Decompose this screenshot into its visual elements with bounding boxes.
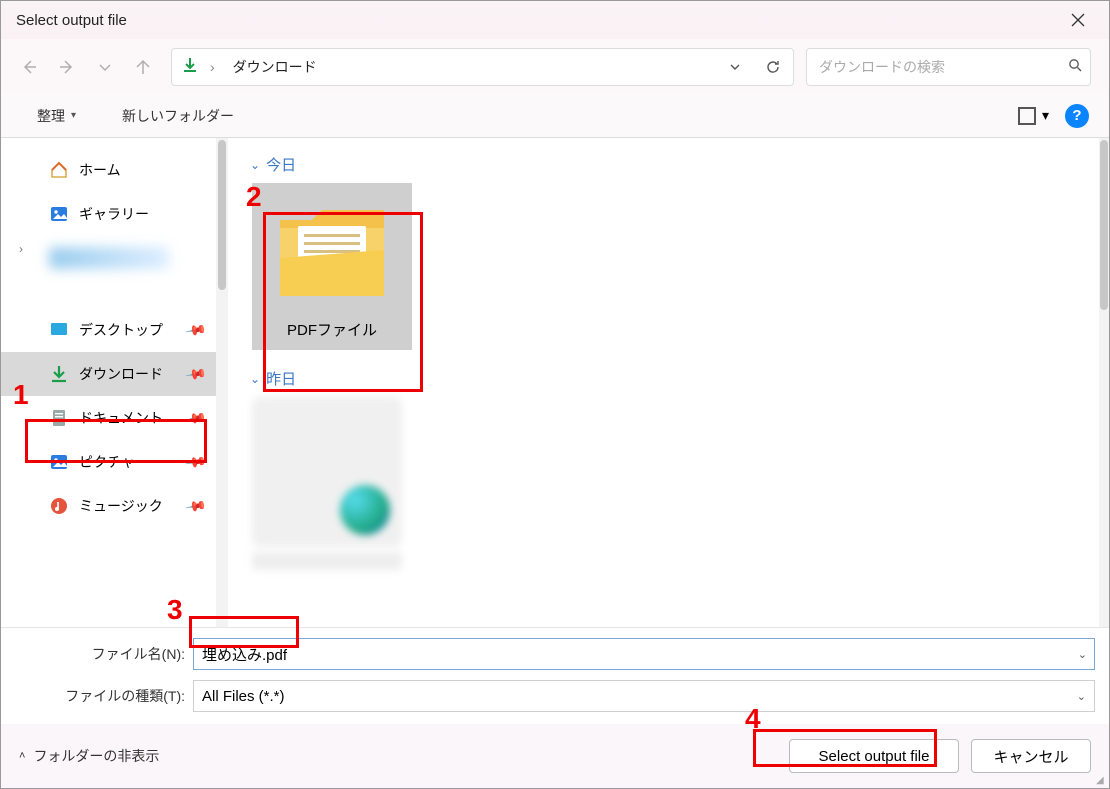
sidebar-item-label: ドキュメント (79, 408, 163, 428)
sidebar-item-label: ホーム (79, 160, 121, 180)
breadcrumb-separator: › (208, 59, 217, 75)
caret-down-icon: ▾ (1042, 107, 1049, 124)
chevron-down-icon (97, 59, 113, 75)
sidebar: ホーム ギャラリー › デスクトップ 📌 ダウンロード 📌 (1, 138, 216, 627)
sidebar-item-user[interactable] (1, 236, 216, 280)
documents-icon (49, 408, 69, 428)
file-item-pdf-folder[interactable]: PDFファイル (252, 183, 412, 350)
music-icon (49, 496, 69, 516)
window-title: Select output file (16, 12, 1057, 29)
pin-icon: 📌 (183, 406, 207, 430)
sidebar-item-label: ミュージック (79, 496, 163, 516)
close-icon (1071, 13, 1085, 27)
view-layout-icon (1018, 107, 1036, 125)
new-folder-label: 新しいフォルダー (122, 106, 234, 126)
sidebar-item-desktop[interactable]: デスクトップ 📌 (1, 308, 216, 352)
sidebar-item-downloads[interactable]: ダウンロード 📌 (1, 352, 216, 396)
sidebar-scrollbar[interactable] (216, 138, 228, 627)
caret-down-icon: ▾ (71, 110, 76, 121)
filename-input[interactable] (193, 638, 1095, 670)
filetype-value: All Files (*.*) (202, 688, 285, 705)
view-layout-menu[interactable]: ▾ (1018, 107, 1049, 125)
chevron-down-icon: ⌄ (250, 158, 260, 172)
arrow-left-icon (21, 59, 37, 75)
folder-icon (272, 193, 392, 313)
content-scrollbar[interactable] (1099, 138, 1109, 627)
up-button[interactable] (133, 57, 153, 77)
organize-label: 整理 (37, 106, 65, 126)
arrow-up-icon (135, 59, 151, 75)
filename-dropdown[interactable]: ⌄ (1078, 638, 1087, 670)
group-yesterday-label: 昨日 (266, 368, 296, 389)
pictures-icon (49, 452, 69, 472)
downloads-icon (182, 57, 198, 76)
resize-grip-icon[interactable]: ◢ (1096, 775, 1106, 785)
scrollbar-thumb[interactable] (218, 140, 226, 290)
sidebar-item-label: ピクチャ (79, 452, 135, 472)
filetype-combo[interactable]: All Files (*.*) ⌄ (193, 680, 1095, 712)
toolbar: 整理 ▾ 新しいフォルダー ▾ ? (1, 94, 1109, 138)
blurred-thumbnail (252, 397, 402, 547)
scrollbar-thumb[interactable] (1100, 140, 1108, 310)
sidebar-item-label: ダウンロード (79, 364, 163, 384)
sidebar-item-pictures[interactable]: ピクチャ 📌 (1, 440, 216, 484)
save-fields: ファイル名(N): ⌄ ファイルの種類(T): All Files (*.*) … (1, 627, 1109, 724)
group-today[interactable]: ⌄ 今日 (250, 154, 1089, 175)
group-yesterday[interactable]: ⌄ 昨日 (250, 368, 1089, 389)
sidebar-item-label: デスクトップ (79, 320, 163, 340)
pin-icon: 📌 (183, 362, 207, 386)
pin-icon: 📌 (183, 450, 207, 474)
sidebar-item-gallery[interactable]: ギャラリー (1, 192, 216, 236)
search-box[interactable] (806, 48, 1091, 86)
file-item-blurred[interactable] (252, 397, 402, 570)
help-button[interactable]: ? (1065, 104, 1089, 128)
back-button[interactable] (19, 57, 39, 77)
hide-folders-toggle[interactable]: ˄ フォルダーの非表示 (19, 746, 159, 766)
footer: ˄ フォルダーの非表示 Select output file キャンセル (1, 724, 1109, 788)
gallery-icon (49, 204, 69, 224)
sidebar-item-label: ギャラリー (79, 204, 149, 224)
blurred-user-item (49, 247, 169, 269)
recent-dropdown[interactable] (95, 57, 115, 77)
chevron-down-icon (729, 61, 741, 73)
chevron-up-icon: ˄ (19, 750, 25, 762)
titlebar: Select output file (1, 1, 1109, 39)
group-today-label: 今日 (266, 154, 296, 175)
pin-icon: 📌 (183, 494, 207, 518)
filename-label: ファイル名(N): (15, 644, 185, 664)
navigation-bar: › ダウンロード (1, 39, 1109, 94)
body-split: ホーム ギャラリー › デスクトップ 📌 ダウンロード 📌 (1, 138, 1109, 627)
close-button[interactable] (1057, 4, 1099, 36)
sidebar-item-music[interactable]: ミュージック 📌 (1, 484, 216, 528)
pin-icon: 📌 (183, 318, 207, 342)
refresh-button[interactable] (759, 53, 787, 81)
desktop-icon (49, 320, 69, 340)
address-bar[interactable]: › ダウンロード (171, 48, 794, 86)
file-item-label: PDFファイル (287, 319, 377, 340)
breadcrumb-downloads[interactable]: ダウンロード (227, 53, 323, 81)
caret-down-icon: ⌄ (1077, 690, 1086, 703)
refresh-icon (765, 59, 781, 75)
sidebar-item-home[interactable]: ホーム (1, 148, 216, 192)
hide-folders-label: フォルダーの非表示 (33, 746, 159, 766)
filetype-label: ファイルの種類(T): (15, 686, 185, 706)
cancel-button[interactable]: キャンセル (971, 739, 1091, 773)
file-list[interactable]: ⌄ 今日 PDFファイル (228, 138, 1109, 627)
organize-menu[interactable]: 整理 ▾ (29, 100, 84, 132)
search-icon (1068, 58, 1082, 75)
arrow-right-icon (59, 59, 75, 75)
address-dropdown[interactable] (721, 53, 749, 81)
search-input[interactable] (819, 59, 1068, 75)
sidebar-item-documents[interactable]: ドキュメント 📌 (1, 396, 216, 440)
downloads-icon (49, 364, 69, 384)
new-folder-button[interactable]: 新しいフォルダー (114, 100, 242, 132)
select-output-button[interactable]: Select output file (789, 739, 959, 773)
home-icon (49, 160, 69, 180)
chevron-down-icon: ⌄ (250, 372, 260, 386)
forward-button[interactable] (57, 57, 77, 77)
blurred-caption (252, 552, 402, 570)
